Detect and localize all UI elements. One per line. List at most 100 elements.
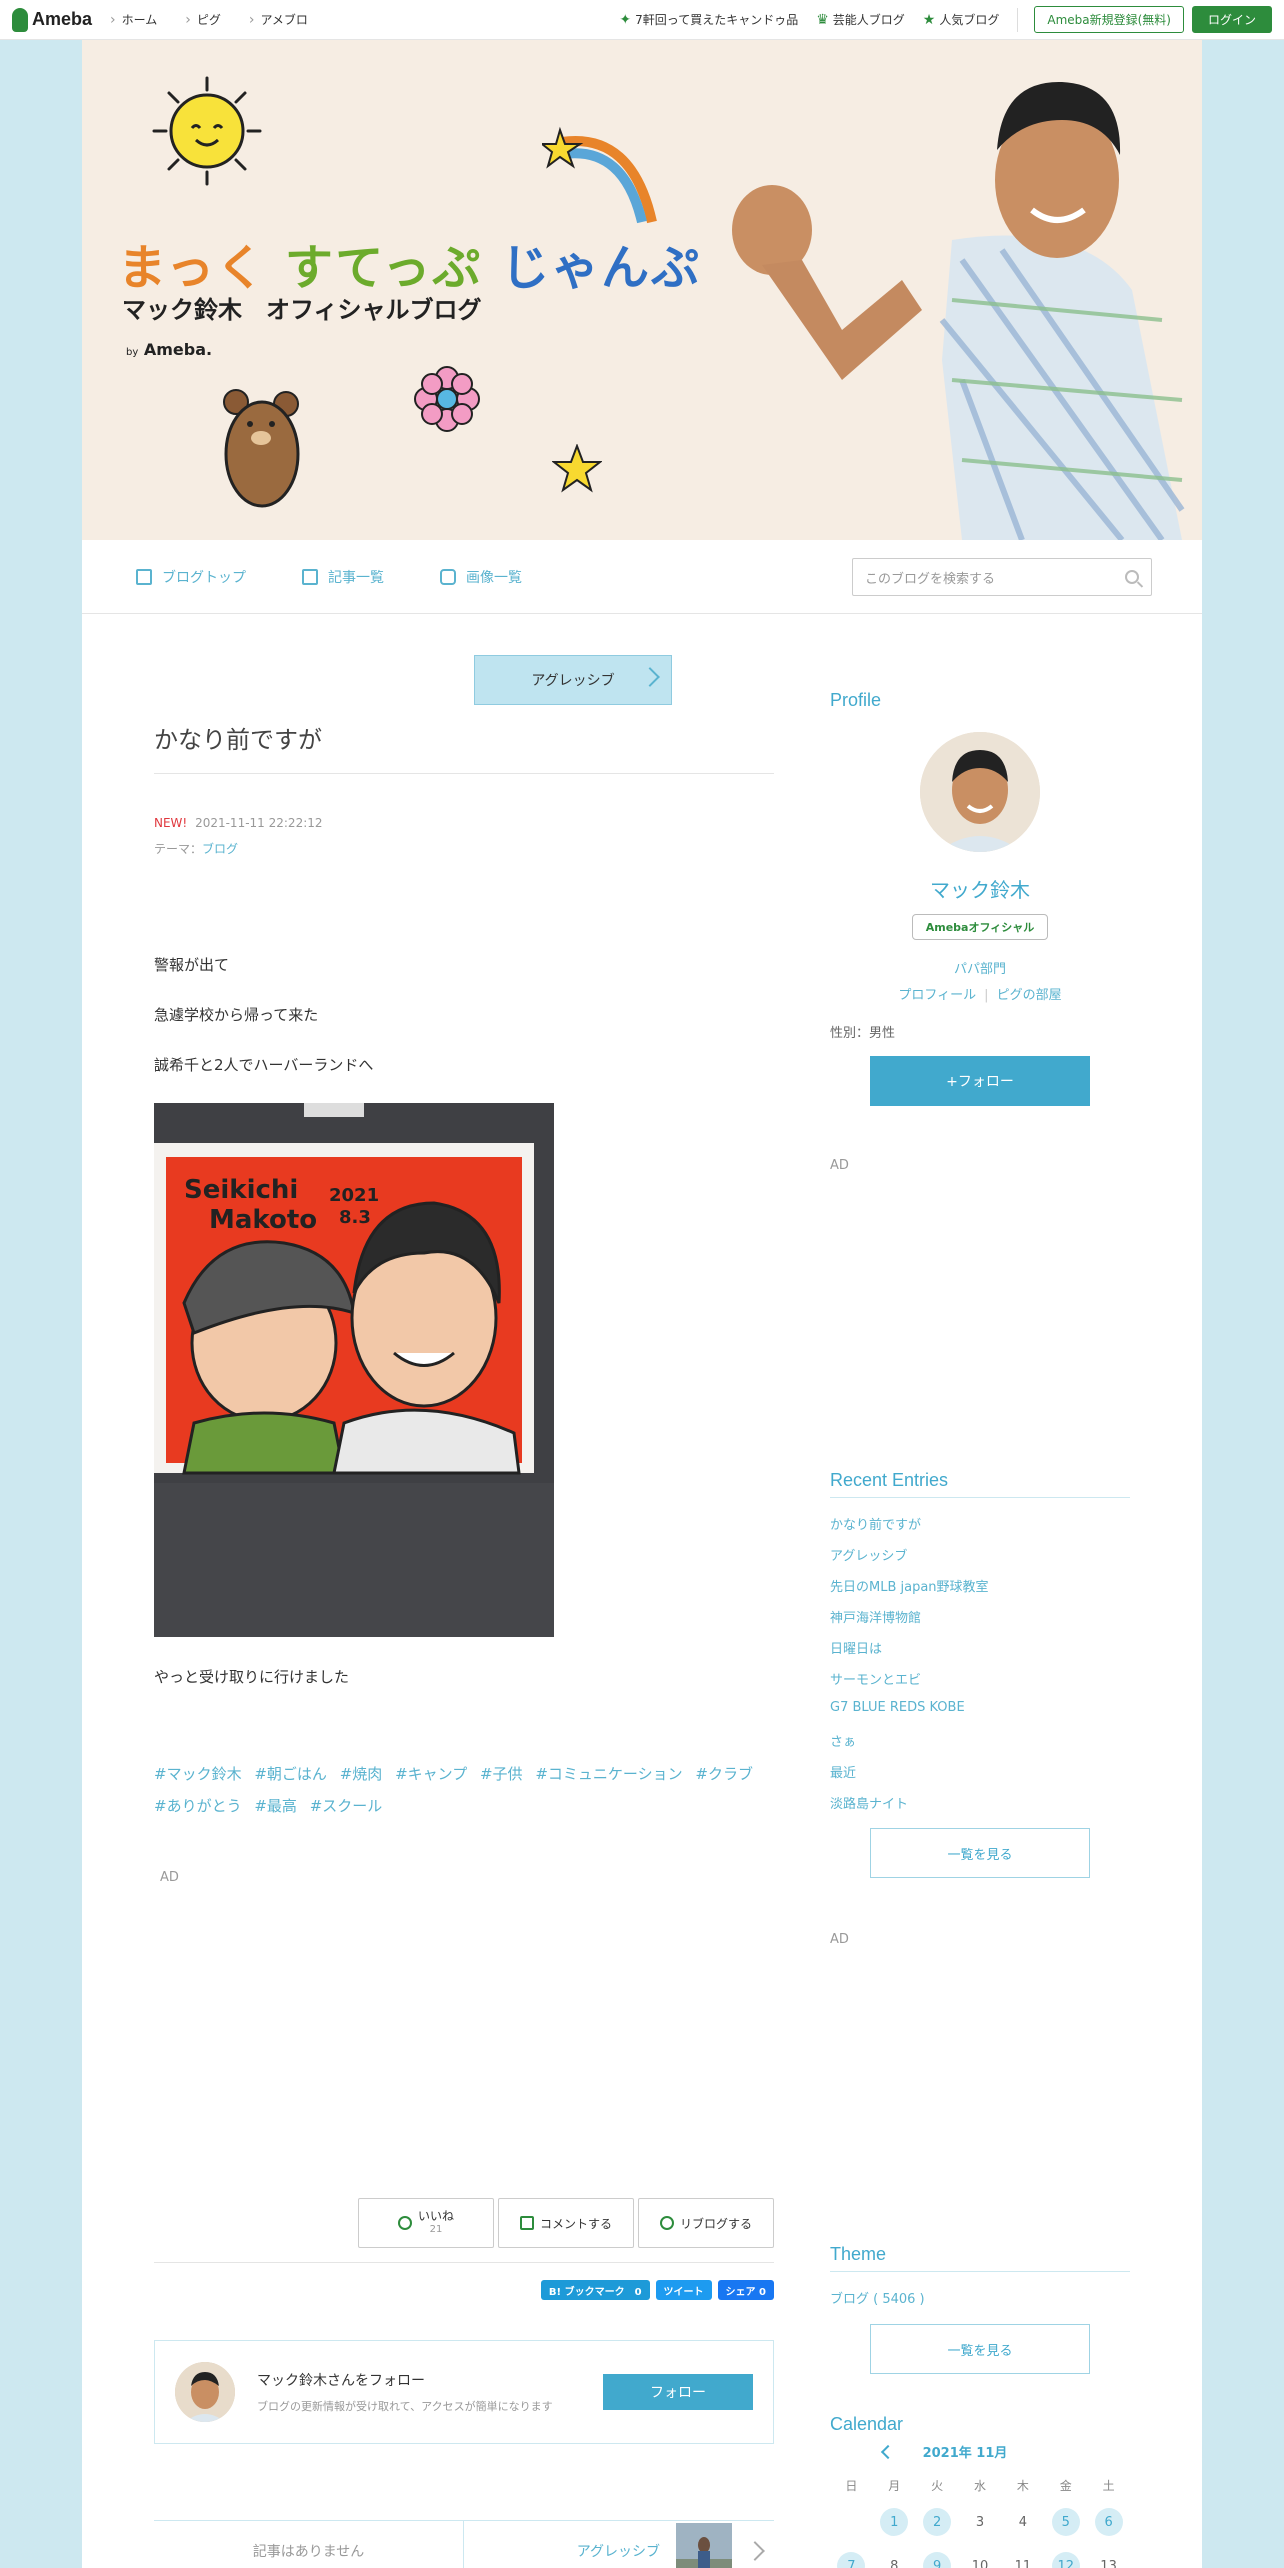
recent-entry-link[interactable]: 先日のMLB japan野球教室 xyxy=(830,1576,1130,1607)
star-illustration xyxy=(552,444,602,493)
nav-ameblo-link[interactable]: アメブロ xyxy=(249,11,308,28)
calendar-day-number: 11 xyxy=(1014,2558,1032,2568)
global-nav: ホーム ピグ アメブロ xyxy=(110,11,336,28)
document-icon xyxy=(136,568,152,585)
recent-entry-link[interactable]: 淡路島ナイト xyxy=(830,1793,1130,1824)
nav-image-list[interactable]: 画像一覧 xyxy=(440,567,522,587)
entry-actions: いいね 21 コメントする リブログする xyxy=(354,2198,774,2248)
calendar-day[interactable]: 6 xyxy=(1087,2508,1130,2536)
blog-title-logo: まっく すてっぷ じゃんぷ xyxy=(118,228,701,298)
photo-name1: Seikichi xyxy=(184,1175,298,1205)
calendar-day[interactable]: 9 xyxy=(916,2552,959,2568)
tweet-button[interactable]: ツイート xyxy=(655,2280,712,2300)
entry-text-line: やっと受け取りに行けました xyxy=(154,1668,350,1686)
calendar-week-row: 7 8 9 10 11 12 13 xyxy=(830,2544,1130,2568)
ameba-header: Ameba ホーム ピグ アメブロ ✦ 7軒回って買えたキャンドゥ品 ♛ 芸能人… xyxy=(0,0,1284,40)
calendar-day-number xyxy=(837,2508,865,2536)
nav-home-link[interactable]: ホーム xyxy=(110,11,158,28)
search-icon[interactable] xyxy=(1125,570,1139,584)
entry-datetime: 2021-11-11 22:22:12 xyxy=(195,816,323,830)
nav-pigg-link[interactable]: ピグ xyxy=(185,11,221,28)
hatena-bookmark-button[interactable]: B! ブックマーク 0 xyxy=(540,2280,650,2300)
header-link-candu[interactable]: ✦ 7軒回って買えたキャンドゥ品 xyxy=(619,11,798,28)
recent-entries-heading: Recent Entries xyxy=(830,1470,1130,1498)
hashtag-link[interactable]: #焼肉 xyxy=(340,1765,383,1783)
calendar-day-number: 3 xyxy=(975,2514,985,2530)
profile-link[interactable]: プロフィール xyxy=(898,988,976,1003)
nav-blog-top-label: ブログトップ xyxy=(162,569,246,586)
reblog-button[interactable]: リブログする xyxy=(638,2198,774,2248)
reblog-label: リブログする xyxy=(679,2216,752,2231)
calendar-day[interactable]: 5 xyxy=(1044,2508,1087,2536)
follow-button[interactable]: フォロー xyxy=(603,2374,753,2410)
recent-entry-link[interactable]: さぁ xyxy=(830,1731,1130,1762)
author-avatar[interactable] xyxy=(175,2362,235,2422)
hashtag-link[interactable]: #朝ごはん xyxy=(254,1765,327,1783)
recent-more-button[interactable]: 一覧を見る xyxy=(870,1828,1090,1878)
entry-text-line: 誠希千と2人でハーバーランドへ xyxy=(154,1056,374,1074)
entry-text-line: 警報が出て xyxy=(154,956,230,974)
profile-category[interactable]: パパ部門 xyxy=(830,958,1130,977)
reblog-icon xyxy=(659,2216,674,2230)
recent-entry-link[interactable]: 最近 xyxy=(830,1762,1130,1793)
chevron-left-icon[interactable] xyxy=(880,2444,895,2459)
caricature-image: Seikichi Makoto 2021 8.3 xyxy=(154,1103,554,1637)
hashtag-link[interactable]: #スクール xyxy=(310,1797,383,1815)
sidebar-follow-button[interactable]: +フォロー xyxy=(870,1056,1090,1106)
recent-entry-link[interactable]: 神戸海洋博物館 xyxy=(830,1607,1130,1638)
blog-search-input[interactable]: このブログを検索する xyxy=(852,558,1152,596)
hashtag-link[interactable]: #最高 xyxy=(254,1797,297,1815)
entry-text-line: 急遽学校から帰って来た xyxy=(154,1006,319,1024)
calendar-day-number: 4 xyxy=(1018,2514,1027,2530)
calendar-day[interactable]: 1 xyxy=(873,2508,916,2536)
login-button[interactable]: ログイン xyxy=(1191,6,1272,33)
calendar-weekday-row: 日 月 火 水 木 金 土 xyxy=(830,2470,1130,2500)
pager-next[interactable]: アグレッシブ xyxy=(464,2521,774,2568)
hashtag-link[interactable]: #マック鈴木 xyxy=(154,1765,242,1783)
theme-link[interactable]: ブログ ( 5406 ) xyxy=(830,2288,925,2307)
recent-entry-link[interactable]: G7 BLUE REDS KOBE xyxy=(830,1700,1130,1731)
theme-more-button[interactable]: 一覧を見る xyxy=(870,2324,1090,2374)
calendar-day: 3 xyxy=(959,2508,1002,2536)
header-right: ✦ 7軒回って買えたキャンドゥ品 ♛ 芸能人ブログ ★ 人気ブログ Ameba新… xyxy=(619,6,1284,33)
blog-navigation: ブログトップ 記事一覧 画像一覧 このブログを検索する xyxy=(82,540,1202,614)
entry-photo[interactable]: Seikichi Makoto 2021 8.3 xyxy=(154,1103,554,1637)
recent-entry-link[interactable]: かなり前ですが xyxy=(830,1514,1130,1545)
profile-name[interactable]: マック鈴木 xyxy=(830,874,1130,903)
recent-entry-link[interactable]: サーモンとエビ xyxy=(830,1669,1130,1700)
register-button[interactable]: Ameba新規登録(無料) xyxy=(1034,6,1184,33)
ameba-logo[interactable]: Ameba xyxy=(12,7,92,32)
follow-description: ブログの更新情報が受け取れて、アクセスが簡単になります xyxy=(257,2400,553,2413)
hashtag-link[interactable]: #キャンプ xyxy=(395,1765,467,1783)
header-link-popular[interactable]: ★ 人気ブログ xyxy=(923,11,1000,28)
previous-entry-button[interactable]: アグレッシブ xyxy=(474,655,672,705)
calendar-day: 8 xyxy=(873,2552,916,2568)
header-link-celebrity[interactable]: ♛ 芸能人ブログ xyxy=(816,11,905,28)
ameba-mascot-icon xyxy=(12,7,28,32)
calendar-day[interactable]: 2 xyxy=(916,2508,959,2536)
blog-header-banner[interactable]: まっく すてっぷ じゃんぷ マック鈴木 オフィシャルブログ by Ameba. xyxy=(82,40,1202,540)
calendar-day[interactable]: 7 xyxy=(830,2552,873,2568)
hashtag-link[interactable]: #ありがとう xyxy=(154,1797,242,1815)
weekday-label: 日 xyxy=(845,2478,858,2493)
recent-entry-link[interactable]: アグレッシブ xyxy=(830,1545,1130,1576)
hashtag-link[interactable]: #コミュニケーション xyxy=(535,1765,682,1783)
hashtag-link[interactable]: #子供 xyxy=(480,1765,523,1783)
entry-theme-link[interactable]: ブログ xyxy=(202,842,238,856)
calendar-day: 10 xyxy=(959,2552,1002,2568)
entry-theme: テーマ：ブログ xyxy=(154,840,238,857)
comment-button[interactable]: コメントする xyxy=(498,2198,634,2248)
nav-blog-top[interactable]: ブログトップ xyxy=(136,567,246,587)
recent-entry-link[interactable]: 日曜日は xyxy=(830,1638,1130,1669)
nav-entry-list[interactable]: 記事一覧 xyxy=(302,567,384,587)
crown-icon: ♛ xyxy=(816,11,829,28)
calendar-day[interactable]: 12 xyxy=(1044,2552,1087,2568)
sidebar-ad-label: AD xyxy=(830,1932,849,1947)
hashtag-link[interactable]: #クラブ xyxy=(695,1765,753,1783)
pigg-room-link[interactable]: ピグの部屋 xyxy=(997,988,1062,1003)
like-button[interactable]: いいね 21 xyxy=(358,2198,494,2248)
calendar-day-number: 2 xyxy=(923,2508,952,2536)
header-link-candu-label: 7軒回って買えたキャンドゥ品 xyxy=(635,13,799,27)
facebook-share-button[interactable]: シェア 0 xyxy=(717,2280,774,2300)
profile-avatar[interactable] xyxy=(920,732,1040,852)
